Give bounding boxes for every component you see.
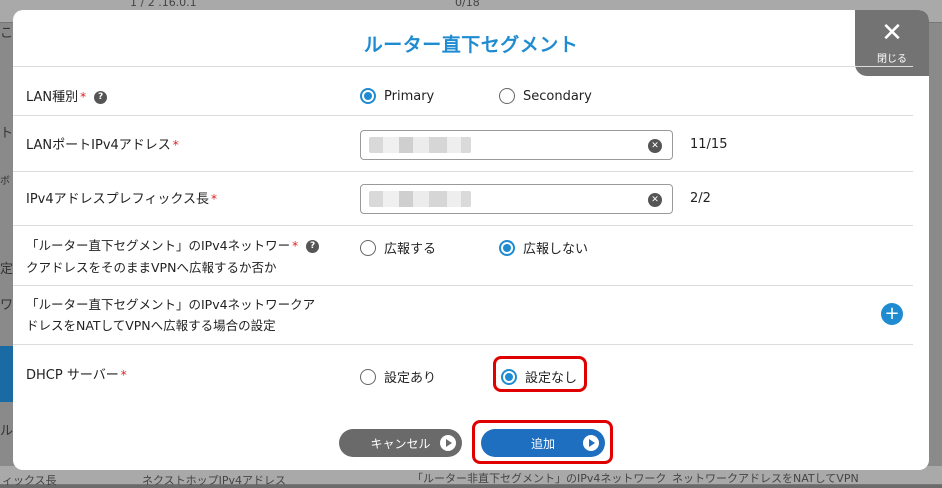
lan-type-label: LAN種別 *? [26,87,108,108]
radio-dhcp-on[interactable]: 設定あり [360,367,436,386]
bg-left-char: こ [0,26,14,41]
bg-left-char: ワ [0,298,14,313]
divider [13,66,913,67]
bg-left-char: ボ [0,176,10,187]
radio-circle [360,239,376,256]
radio-circle [499,239,515,256]
divider [13,115,913,116]
ipv4-prefix-label: IPv4アドレスプレフィックス長 * [26,189,217,210]
radio-advertise[interactable]: 広報する [360,238,436,257]
divider [13,344,913,345]
advertise-vpn-label: 「ルーター直下セグメント」のIPv4ネットワー *? クアドレスをそのままVPNへ… [26,235,320,278]
blurred-value [369,137,471,153]
radio-secondary-label: Secondary [523,88,592,104]
radio-circle [499,88,515,104]
required-mark: * [80,90,87,104]
radio-circle [360,368,376,385]
highlight-box-dhcp [493,356,587,392]
ipv4-prefix-input[interactable]: ✕ [360,184,673,214]
close-label: 閉じる [877,54,907,65]
radio-circle [360,88,376,104]
close-icon: ✕ [881,18,903,48]
nat-vpn-label: 「ルーター直下セグメント」のIPv4ネットワークア ドレスをNATしてVPNへ広… [26,294,315,336]
char-count: 11/15 [690,137,728,152]
required-mark: * [120,368,127,382]
lan-port-ipv4-input[interactable]: ✕ [360,130,673,160]
advertise-vpn-label-line1: 「ルーター直下セグメント」のIPv4ネットワー [26,238,291,253]
help-icon[interactable]: ? [306,240,320,253]
lan-port-ipv4-label-text: LANポートIPv4アドレス [26,138,171,153]
dhcp-label-text: DHCP サーバー [26,368,119,383]
segment-modal: ルーター直下セグメント ✕ 閉じる LAN種別 *? Primary Second… [13,10,929,470]
radio-primary[interactable]: Primary [360,88,434,104]
nat-vpn-label-line2: ドレスをNATしてVPNへ広報する場合の設定 [26,318,276,333]
required-mark: * [172,138,179,152]
divider [13,171,913,172]
add-nat-setting-button[interactable]: + [881,303,903,325]
clear-icon[interactable]: ✕ [648,193,662,207]
lan-type-label-text: LAN種別 [26,90,79,105]
divider [13,225,913,226]
cancel-label: キャンセル [370,436,431,451]
nat-vpn-label-line1: 「ルーター直下セグメント」のIPv4ネットワークア [26,297,316,312]
char-count: 2/2 [690,191,711,206]
help-icon[interactable]: ? [94,91,108,104]
bg-left-char: ト [0,126,14,141]
play-icon [440,435,456,451]
required-mark: * [211,192,217,206]
lan-port-ipv4-label: LANポートIPv4アドレス * [26,135,179,156]
bg-left-char: ル [0,424,14,439]
bg-left-char: 定 [0,262,14,277]
blurred-value [369,191,471,207]
radio-no-advertise[interactable]: 広報しない [499,238,588,257]
radio-dhcp-on-label: 設定あり [384,371,437,386]
clear-icon[interactable]: ✕ [648,139,662,153]
dhcp-label: DHCP サーバー * [26,365,127,386]
bg-top-text-left: 1 / 2 .16.0.1 [130,0,197,9]
divider [13,285,913,286]
bg-left-tab [0,346,14,402]
radio-no-advertise-label: 広報しない [523,242,589,257]
radio-advertise-label: 広報する [384,242,437,257]
required-mark: * [292,239,299,253]
bg-top-text: 0/18 [455,0,480,9]
modal-title: ルーター直下セグメント [363,34,579,56]
ipv4-prefix-label-text: IPv4アドレスプレフィックス長 [26,192,209,207]
bg-bottom-text-1: ィックス長 [2,474,57,487]
bg-bottom-text-2: ネクストホップIPv4アドレス [142,474,287,487]
advertise-vpn-label-line2: クアドレスをそのままVPNへ広報するか否か [26,260,277,275]
radio-secondary[interactable]: Secondary [499,88,592,104]
highlight-box-add [472,420,613,464]
cancel-button[interactable]: キャンセル [339,429,462,457]
radio-primary-label: Primary [384,88,435,104]
